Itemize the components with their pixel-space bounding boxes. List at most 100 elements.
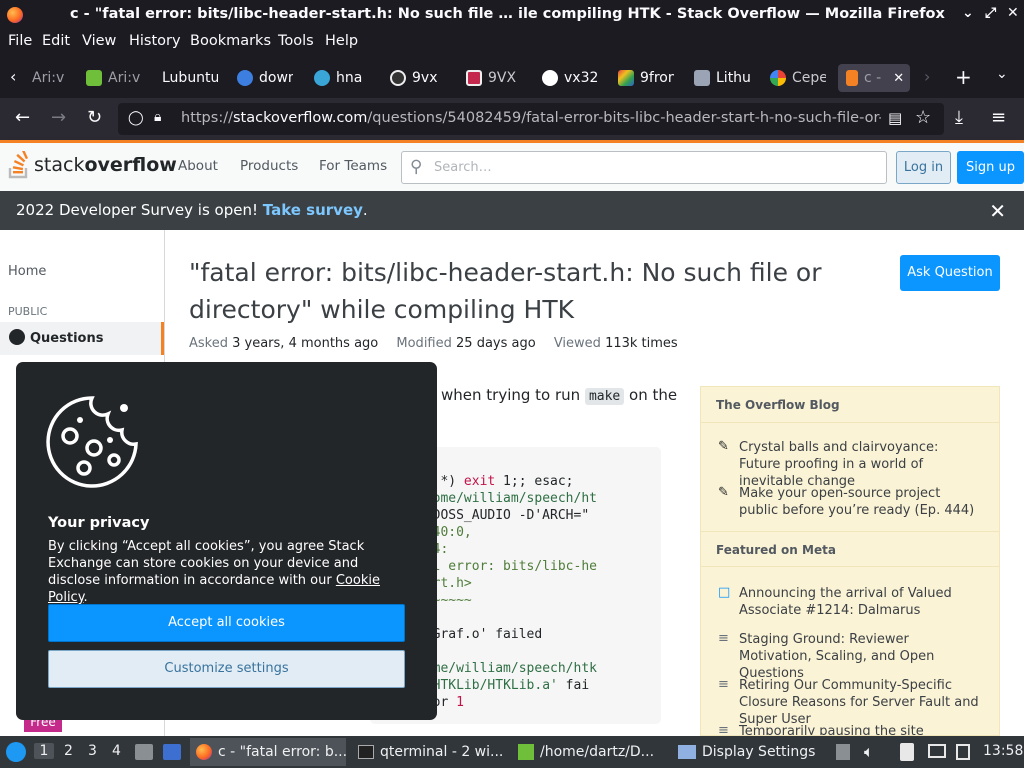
code-token: '/home/william/speech/ht	[409, 491, 597, 506]
login-button[interactable]: Log in	[896, 151, 951, 184]
accept-all-cookies-button[interactable]: Accept all cookies	[48, 604, 405, 642]
workspace-2[interactable]: 2	[64, 743, 73, 759]
workspace-4[interactable]: 4	[112, 743, 121, 759]
tab-6[interactable]: 9VX	[466, 64, 522, 92]
reader-view-icon[interactable]: ▤	[888, 109, 902, 127]
task-display-settings[interactable]: Display Settings	[672, 738, 824, 766]
inline-code: make	[584, 388, 625, 405]
downloads-icon[interactable]: ⤓	[955, 107, 963, 128]
tab-3[interactable]: down	[237, 64, 293, 92]
url-text[interactable]: https://stackoverflow.com/questions/5408…	[181, 110, 881, 126]
close-banner-icon[interactable]: ✕	[989, 199, 1006, 223]
stack-exchange-icon: ≡	[718, 631, 729, 646]
blog-heading: The Overflow Blog	[701, 387, 999, 423]
tab-scroll-right-icon[interactable]: ›	[924, 67, 930, 86]
signup-button[interactable]: Sign up	[957, 151, 1024, 184]
start-menu-icon[interactable]	[6, 742, 26, 762]
list-all-tabs-icon[interactable]: ⌄	[996, 66, 1008, 82]
file-manager-launcher-icon[interactable]	[135, 744, 153, 760]
forward-icon[interactable]: →	[51, 107, 66, 128]
stackoverflow-logo[interactable]: stackoverflow	[8, 151, 177, 179]
menu-help[interactable]: Help	[325, 33, 358, 49]
search-input[interactable]: ⚲ Search…	[401, 151, 887, 184]
meta-item[interactable]: Temporarily pausing the site satisfactio…	[739, 723, 979, 735]
meta-item[interactable]: Retiring Our Community-Specific Closure …	[739, 677, 979, 728]
url-host: stackoverflow.com	[232, 110, 368, 126]
menu-edit[interactable]: Edit	[42, 33, 70, 49]
customize-settings-button[interactable]: Customize settings	[48, 650, 405, 688]
menu-file[interactable]: File	[8, 33, 32, 49]
meta-item[interactable]: Staging Ground: Reviewer Motivation, Sca…	[739, 631, 979, 682]
workspace-1[interactable]: 1	[34, 743, 54, 759]
logo-text-light: stack	[34, 154, 85, 176]
network-icon[interactable]	[928, 744, 946, 758]
tray-disk-icon[interactable]	[836, 744, 850, 760]
terminal-icon	[358, 745, 374, 759]
survey-banner: 2022 Developer Survey is open! Take surv…	[0, 191, 1024, 230]
reload-icon[interactable]: ↻	[87, 107, 102, 128]
tab-9[interactable]: Lithu	[694, 64, 750, 92]
restore-icon[interactable]: ⤢	[985, 5, 996, 21]
lock-icon[interactable]: 🔒︎	[154, 109, 161, 125]
tab-scroll-left-icon[interactable]: ‹	[10, 67, 16, 86]
menu-view[interactable]: View	[82, 33, 116, 49]
task-file-manager[interactable]: /home/dartz/D...	[512, 738, 664, 766]
url-bar[interactable]: ◯ 🔒︎ https://stackoverflow.com/questions…	[118, 103, 944, 135]
question-body-text: when trying to run make on the	[441, 386, 677, 405]
tab-favicon	[86, 70, 102, 86]
take-survey-link[interactable]: Take survey	[263, 201, 363, 219]
menu-history[interactable]: History	[129, 33, 181, 49]
sidebar-item-questions[interactable]: Questions	[0, 322, 164, 355]
tab-2[interactable]: Lubuntu	[162, 64, 218, 92]
tab-10[interactable]: Cepe	[770, 64, 826, 92]
question-title[interactable]: "fatal error: bits/libc-header-start.h: …	[189, 254, 849, 328]
modified-value[interactable]: 25 days ago	[456, 336, 536, 351]
back-icon[interactable]: ←	[15, 107, 30, 128]
tab-5[interactable]: 9vx	[390, 64, 446, 92]
google-icon	[770, 70, 786, 86]
ask-question-button[interactable]: Ask Question	[900, 255, 1000, 291]
search-icon: ⚲	[410, 157, 423, 177]
bookmark-star-icon[interactable]: ☆	[915, 107, 931, 128]
sidebar-item-home[interactable]: Home	[8, 264, 46, 279]
shield-icon[interactable]: ◯	[128, 110, 144, 126]
tab-0[interactable]: Ari:v	[32, 64, 66, 92]
task-label: c - "fatal error: b...	[218, 744, 346, 760]
battery-icon[interactable]	[956, 744, 970, 760]
hamburger-menu-icon[interactable]: ≡	[991, 107, 1006, 128]
cookie-body: By clicking “Accept all cookies”, you ag…	[48, 539, 365, 588]
show-desktop-icon[interactable]	[163, 744, 181, 760]
tab-7[interactable]: vx32	[542, 64, 598, 92]
logo-text: stackoverflow	[34, 154, 177, 176]
tab-11-active[interactable]: c - ✕	[838, 64, 910, 92]
minimize-icon[interactable]: ⌄	[962, 5, 974, 21]
cookie-consent-dialog: Your privacy By clicking “Accept all coo…	[16, 362, 437, 720]
nav-products[interactable]: Products	[240, 158, 298, 174]
tab-4[interactable]: hna	[314, 64, 370, 92]
nav-for-teams[interactable]: For Teams	[319, 158, 387, 174]
task-qterminal[interactable]: qterminal - 2 wi...	[352, 738, 504, 766]
tab-favicon	[466, 70, 482, 86]
new-tab-icon[interactable]: +	[955, 65, 972, 89]
url-path: /questions/54082459/fatal-error-bits-lib…	[367, 110, 881, 126]
menu-bar: File Edit View History Bookmarks Tools H…	[0, 30, 1024, 58]
tab-8[interactable]: 9fron	[618, 64, 674, 92]
clipboard-icon[interactable]	[900, 743, 914, 761]
meta-heading: Featured on Meta	[701, 531, 999, 567]
nav-about[interactable]: About	[178, 158, 218, 174]
menu-bookmarks[interactable]: Bookmarks	[190, 33, 271, 49]
close-window-icon[interactable]: ✕	[1007, 5, 1019, 21]
workspace-3[interactable]: 3	[88, 743, 97, 759]
modified-label: Modified	[396, 336, 452, 351]
tab-1[interactable]: Ari:v	[86, 64, 142, 92]
meta-item[interactable]: Announcing the arrival of Valued Associa…	[739, 585, 979, 619]
blog-item[interactable]: Make your open-source project public bef…	[739, 485, 979, 519]
cookie-text: By clicking “Accept all cookies”, you ag…	[48, 538, 408, 606]
menu-tools[interactable]: Tools	[278, 33, 314, 49]
volume-icon[interactable]: 🔈︎	[864, 742, 874, 762]
navigation-bar: ← → ↻ ◯ 🔒︎ https://stackoverflow.com/que…	[0, 98, 1024, 140]
task-firefox[interactable]: c - "fatal error: b...	[190, 738, 346, 766]
blog-item[interactable]: Crystal balls and clairvoyance: Future p…	[739, 439, 979, 490]
close-tab-icon[interactable]: ✕	[893, 71, 904, 86]
firefox-icon	[7, 7, 23, 23]
